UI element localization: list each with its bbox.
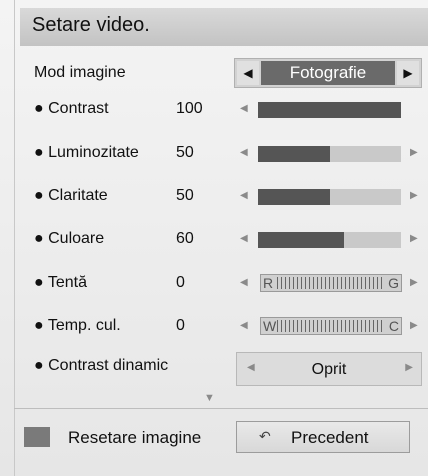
color-key-icon [24, 427, 50, 447]
slider-fill [258, 146, 330, 162]
arrow-left-icon[interactable]: ◀ [237, 61, 259, 85]
color-temp-left-letter: W [263, 318, 277, 334]
arrow-right-icon[interactable]: ▶ [410, 147, 418, 158]
arrow-left-icon[interactable]: ◀ [240, 233, 248, 244]
slider-fill [258, 232, 344, 248]
dynamic-contrast-value: Oprit [311, 361, 347, 378]
color-slider[interactable] [258, 232, 401, 248]
arrow-right-icon[interactable]: ▶ [405, 362, 413, 373]
contrast-row[interactable]: ● Contrast 100 ◀ [0, 98, 428, 134]
center-gap [331, 318, 333, 334]
sharpness-row[interactable]: ● Claritate 50 ◀ ▶ [0, 185, 428, 221]
contrast-value: 100 [176, 100, 203, 117]
center-gap [331, 275, 333, 291]
tint-label: ● Tentă [34, 274, 87, 291]
video-settings-panel: Setare video. Mod imagine ◀ Fotografie ▶… [0, 0, 428, 476]
previous-button[interactable]: ↶ Precedent [236, 421, 410, 453]
scroll-down-icon[interactable]: ▼ [204, 392, 215, 404]
slider-fill [258, 189, 330, 205]
dynamic-contrast-label: ● Contrast dinamic [34, 357, 169, 374]
color-temp-value: 0 [176, 317, 185, 334]
picture-mode-selector[interactable]: ◀ Fotografie ▶ [234, 58, 422, 88]
arrow-right-icon[interactable]: ▶ [410, 277, 418, 288]
brightness-label: ● Luminozitate [34, 144, 139, 161]
arrow-right-icon[interactable]: ▶ [397, 61, 419, 85]
sharpness-value: 50 [176, 187, 194, 204]
tint-row[interactable]: ● Tentă 0 ◀ R G ▶ [0, 272, 428, 308]
sharpness-label: ● Claritate [34, 187, 108, 204]
arrow-right-icon[interactable]: ▶ [410, 320, 418, 331]
arrow-right-icon[interactable]: ▶ [410, 233, 418, 244]
color-row[interactable]: ● Culoare 60 ◀ ▶ [0, 228, 428, 264]
page-title: Setare video. [32, 14, 150, 36]
reset-picture-label[interactable]: Resetare imagine [68, 428, 201, 448]
brightness-slider[interactable] [258, 146, 401, 162]
picture-mode-row[interactable]: Mod imagine ◀ Fotografie ▶ [0, 58, 428, 96]
contrast-slider[interactable] [258, 102, 401, 118]
arrow-left-icon[interactable]: ◀ [240, 277, 248, 288]
slider-fill [258, 102, 401, 118]
back-arrow-icon: ↶ [259, 428, 271, 444]
tint-left-letter: R [263, 275, 274, 291]
tint-right-letter: G [388, 275, 399, 291]
color-temp-right-letter: C [388, 318, 399, 334]
color-label: ● Culoare [34, 230, 105, 247]
arrow-left-icon[interactable]: ◀ [240, 190, 248, 201]
arrow-right-icon[interactable]: ▶ [410, 190, 418, 201]
contrast-label: ● Contrast [34, 100, 109, 117]
brightness-value: 50 [176, 144, 194, 161]
picture-mode-value: Fotografie [261, 61, 395, 85]
brightness-row[interactable]: ● Luminozitate 50 ◀ ▶ [0, 142, 428, 178]
previous-label: Precedent [291, 428, 369, 447]
title-bar: Setare video. [20, 8, 428, 46]
tint-balance-slider[interactable]: R G [260, 274, 402, 292]
picture-mode-label: Mod imagine [34, 64, 126, 81]
color-temp-row[interactable]: ● Temp. cul. 0 ◀ W C ▶ [0, 315, 428, 351]
arrow-left-icon[interactable]: ◀ [240, 320, 248, 331]
color-temp-label: ● Temp. cul. [34, 317, 121, 334]
color-temp-balance-slider[interactable]: W C [260, 317, 402, 335]
arrow-left-icon[interactable]: ◀ [240, 147, 248, 158]
divider [14, 408, 428, 409]
color-value: 60 [176, 230, 194, 247]
tint-value: 0 [176, 274, 185, 291]
arrow-left-icon[interactable]: ◀ [240, 103, 248, 114]
sharpness-slider[interactable] [258, 189, 401, 205]
dynamic-contrast-selector[interactable]: ◀ Oprit ▶ [236, 352, 422, 386]
